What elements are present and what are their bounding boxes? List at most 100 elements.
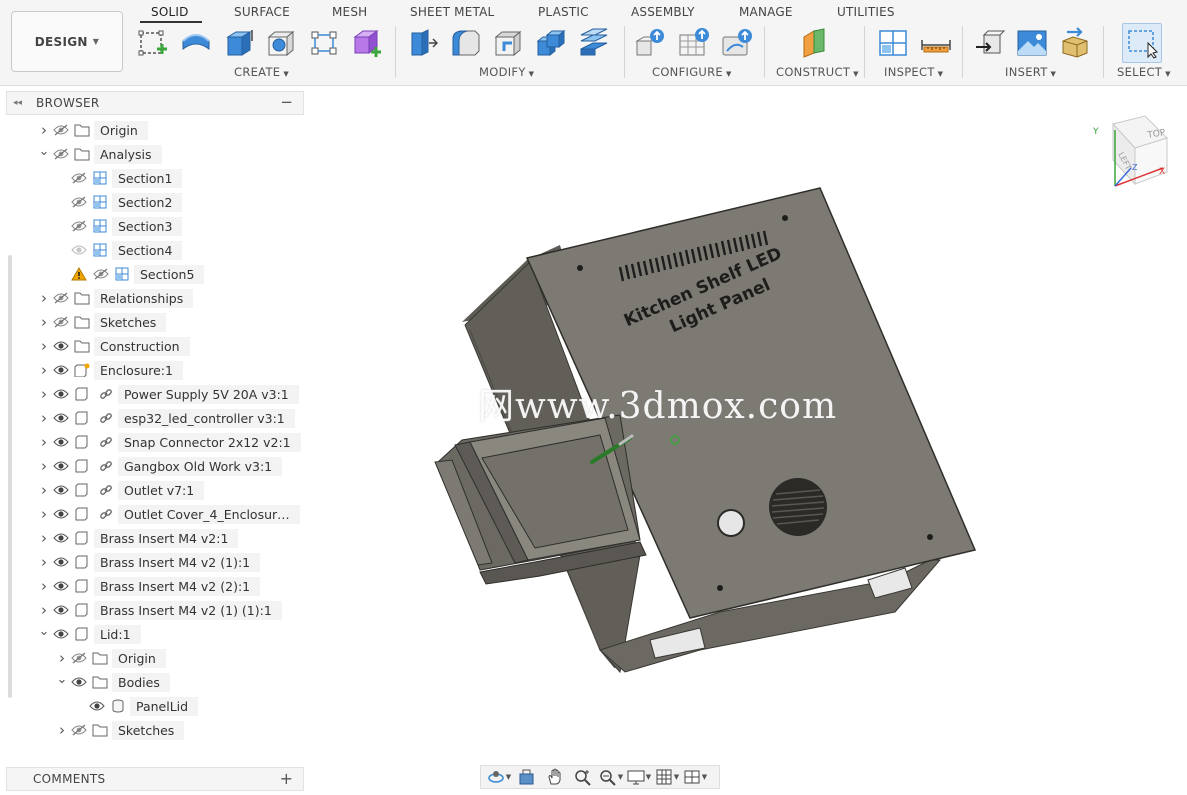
hole-button[interactable] — [264, 26, 298, 60]
expand-chevron-icon[interactable]: › — [38, 481, 50, 499]
visibility-eye-icon[interactable] — [68, 674, 90, 690]
tab-assembly[interactable]: ASSEMBLY — [631, 5, 695, 19]
press-pull-button[interactable] — [405, 26, 439, 60]
browser-node[interactable]: › Snap Connector 2x12 v2:1 — [38, 432, 301, 452]
visibility-eye-icon[interactable] — [50, 434, 72, 450]
visibility-eye-icon[interactable] — [86, 698, 108, 714]
configure-menu[interactable]: CONFIGURE ▼ — [652, 65, 732, 79]
expand-chevron-icon[interactable]: › — [38, 361, 50, 379]
select-button[interactable] — [1122, 23, 1162, 63]
fit-button[interactable]: ▼ — [597, 767, 625, 787]
browser-node[interactable]: Section5 — [56, 264, 205, 284]
hidden-eye-icon[interactable] — [68, 218, 90, 234]
visibility-eye-icon[interactable] — [50, 386, 72, 402]
visibility-eye-icon[interactable] — [50, 626, 72, 642]
canvas-button[interactable] — [1015, 26, 1049, 60]
tab-manage[interactable]: MANAGE — [739, 5, 793, 19]
visibility-eye-icon[interactable] — [50, 506, 72, 522]
browser-node[interactable]: Section1 — [56, 168, 183, 188]
browser-node[interactable]: › Sketches — [56, 720, 185, 740]
visibility-eye-icon[interactable] — [50, 458, 72, 474]
browser-node[interactable]: › Brass Insert M4 v2 (1):1 — [38, 552, 261, 572]
visibility-eye-icon[interactable] — [50, 338, 72, 354]
create-base-feature-button[interactable] — [350, 26, 384, 60]
construct-menu[interactable]: CONSTRUCT ▼ — [776, 65, 859, 79]
display-settings-button[interactable]: ▼ — [625, 767, 653, 787]
expand-chevron-icon[interactable]: › — [38, 553, 50, 571]
expand-chevron-icon[interactable]: › — [38, 529, 50, 547]
browser-node[interactable]: › Outlet v7:1 — [38, 480, 205, 500]
hidden-eye-icon[interactable] — [50, 290, 72, 306]
browser-node[interactable]: › Relationships — [38, 288, 194, 308]
hidden-eye-icon[interactable] — [68, 170, 90, 186]
3d-model-enclosure[interactable]: Kitchen Shelf LED Light Panel — [420, 180, 1000, 700]
zoom-button[interactable] — [569, 767, 597, 787]
expand-chevron-icon[interactable]: › — [38, 289, 50, 307]
visibility-eye-icon[interactable] — [50, 410, 72, 426]
expand-chevron-icon[interactable]: › — [38, 385, 50, 403]
browser-node[interactable]: › Outlet Cover_4_Enclosur… — [38, 504, 300, 524]
visibility-eye-icon[interactable] — [50, 554, 72, 570]
shell-button[interactable] — [491, 26, 525, 60]
browser-node[interactable]: PanelLid — [74, 696, 199, 716]
browser-node[interactable]: › Brass Insert M4 v2 (2):1 — [38, 576, 261, 596]
hidden-eye-icon[interactable] — [68, 194, 90, 210]
inspect-menu[interactable]: INSPECT ▼ — [884, 65, 943, 79]
fillet-button[interactable] — [448, 26, 482, 60]
browser-node[interactable]: ⌄ Lid:1 — [38, 624, 141, 644]
hidden-eye-icon[interactable] — [68, 722, 90, 738]
visibility-eye-icon[interactable] — [50, 578, 72, 594]
tab-surface[interactable]: SURFACE — [234, 5, 290, 19]
tab-mesh[interactable]: MESH — [332, 5, 367, 19]
select-menu[interactable]: SELECT ▼ — [1117, 65, 1171, 79]
expand-chevron-icon[interactable]: › — [38, 409, 50, 427]
browser-node[interactable]: › Construction — [38, 336, 190, 356]
look-at-button[interactable] — [513, 767, 541, 787]
insert-menu[interactable]: INSERT ▼ — [1005, 65, 1056, 79]
viewports-button[interactable]: ▼ — [681, 767, 709, 787]
browser-node[interactable]: › esp32_led_controller v3:1 — [38, 408, 295, 428]
hidden-eye-icon[interactable] — [90, 266, 112, 282]
hidden-eye-icon[interactable] — [50, 314, 72, 330]
insert-mcmaster-button[interactable] — [1058, 26, 1092, 60]
browser-node[interactable]: Section2 — [56, 192, 183, 212]
browser-node[interactable]: › Brass Insert M4 v2 (1) (1):1 — [38, 600, 282, 620]
configuration-table-button[interactable] — [677, 26, 711, 60]
configure-design-button[interactable] — [634, 26, 668, 60]
visibility-eye-icon[interactable] — [68, 242, 90, 258]
visibility-eye-icon[interactable] — [50, 482, 72, 498]
expand-chevron-icon[interactable]: › — [56, 721, 68, 739]
comments-panel-header[interactable]: COMMENTS + — [6, 767, 304, 791]
browser-node[interactable]: ⌄ Bodies — [56, 672, 170, 692]
create-form-button[interactable] — [179, 26, 213, 60]
browser-node[interactable]: › Origin — [38, 120, 148, 140]
collapse-panel-icon[interactable]: ◂◂ — [13, 98, 22, 108]
expand-chevron-icon[interactable]: › — [38, 433, 50, 451]
create-menu[interactable]: CREATE ▼ — [234, 65, 289, 79]
offset-plane-button[interactable] — [797, 26, 831, 60]
visibility-eye-icon[interactable] — [50, 602, 72, 618]
orbit-button[interactable]: ▼ — [485, 767, 513, 787]
collapse-chevron-icon[interactable]: ⌄ — [38, 624, 50, 639]
browser-node[interactable]: ⌄ Analysis — [38, 144, 162, 164]
collapse-chevron-icon[interactable]: ⌄ — [38, 144, 50, 159]
expand-chevron-icon[interactable]: › — [38, 505, 50, 523]
viewcube[interactable]: TOP LEFT Y X Z — [1085, 112, 1175, 192]
expand-chevron-icon[interactable]: › — [38, 337, 50, 355]
browser-node[interactable]: › Sketches — [38, 312, 167, 332]
pan-button[interactable] — [541, 767, 569, 787]
browser-node[interactable]: › Power Supply 5V 20A v3:1 — [38, 384, 299, 404]
modify-menu[interactable]: MODIFY ▼ — [479, 65, 534, 79]
tab-sheet-metal[interactable]: SHEET METAL — [410, 5, 494, 19]
tab-plastic[interactable]: PLASTIC — [538, 5, 589, 19]
visibility-eye-icon[interactable] — [50, 530, 72, 546]
section-analysis-button[interactable] — [876, 26, 910, 60]
hidden-eye-icon[interactable] — [68, 650, 90, 666]
expand-chevron-icon[interactable]: › — [56, 649, 68, 667]
hidden-eye-icon[interactable] — [50, 146, 72, 162]
workspace-switcher-button[interactable]: DESIGN ▼ — [11, 11, 123, 72]
expand-chevron-icon[interactable]: › — [38, 121, 50, 139]
expand-chevron-icon[interactable]: › — [38, 313, 50, 331]
combine-button[interactable] — [534, 26, 568, 60]
extrude-button[interactable] — [222, 26, 256, 60]
